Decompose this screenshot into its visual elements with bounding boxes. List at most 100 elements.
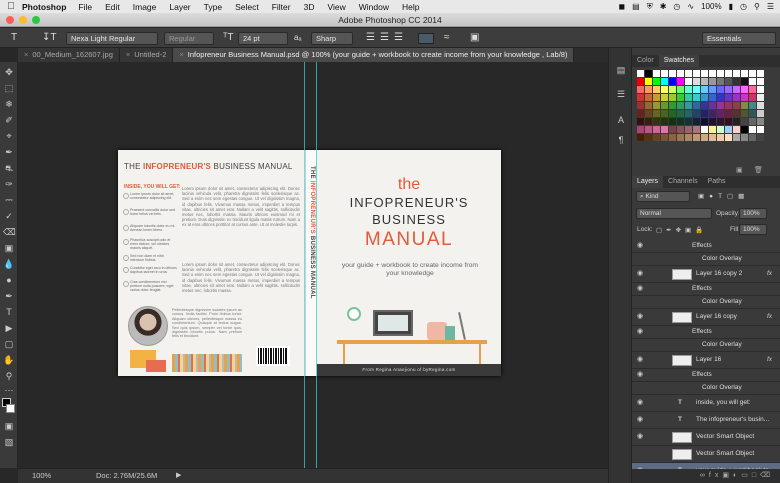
menu-view[interactable]: View — [327, 2, 345, 12]
menu-3d[interactable]: 3D — [304, 2, 315, 12]
type-tool-icon[interactable]: T — [3, 306, 15, 318]
visibility-eye-icon[interactable]: ◉ — [637, 352, 643, 368]
color-swatch[interactable] — [661, 102, 669, 110]
color-swatch[interactable] — [741, 126, 749, 134]
font-family-select[interactable]: Nexa Light Regular — [66, 32, 158, 45]
font-style-select[interactable]: Regular — [164, 32, 214, 45]
color-swatch[interactable] — [709, 102, 717, 110]
text-color-swatch[interactable] — [418, 33, 434, 44]
document-size[interactable]: Doc: 2.76M/25.6M — [96, 469, 157, 483]
layer-effect-row[interactable]: ◉ Effects — [632, 283, 780, 296]
color-swatch[interactable] — [677, 94, 685, 102]
color-swatch[interactable] — [733, 134, 741, 142]
color-swatch[interactable] — [669, 94, 677, 102]
blur-tool-icon[interactable]: 💧 — [3, 258, 15, 270]
layer-effect-row[interactable]: Color Overlay — [632, 382, 780, 395]
color-swatch[interactable] — [725, 102, 733, 110]
pen-tool-icon[interactable]: ✒ — [3, 290, 15, 302]
tab-channels[interactable]: Channels — [663, 176, 703, 188]
book-cover-artwork[interactable]: THE INFOPRENEUR'S BUSINESS MANUAL INSIDE… — [118, 150, 501, 376]
color-swatch[interactable] — [709, 94, 717, 102]
color-swatch[interactable] — [677, 126, 685, 134]
color-swatch[interactable] — [653, 86, 661, 94]
warp-text-icon[interactable]: ≈ — [444, 32, 450, 44]
color-swatch[interactable] — [741, 70, 749, 78]
color-swatch[interactable] — [725, 70, 733, 78]
fill-input[interactable]: 100% — [739, 224, 767, 235]
color-swatch[interactable] — [733, 102, 741, 110]
close-tab-icon[interactable]: × — [126, 50, 130, 59]
history-panel-icon[interactable]: ▤ — [615, 64, 627, 76]
color-swatch[interactable] — [709, 78, 717, 86]
path-select-tool-icon[interactable]: ▶ — [3, 322, 15, 334]
color-swatch[interactable] — [749, 126, 757, 134]
color-swatch[interactable] — [677, 70, 685, 78]
shield-icon[interactable]: ⛨ — [647, 2, 653, 12]
opacity-input[interactable]: 100% — [739, 208, 767, 219]
color-swatch[interactable] — [685, 126, 693, 134]
align-right-icon[interactable]: ☰ — [394, 32, 403, 44]
color-swatch[interactable] — [637, 70, 645, 78]
status-menu-arrow-icon[interactable]: ▶ — [176, 469, 181, 483]
color-swatch[interactable] — [637, 118, 645, 126]
color-swatch[interactable] — [709, 118, 717, 126]
color-swatch[interactable] — [717, 102, 725, 110]
color-swatch[interactable] — [701, 94, 709, 102]
font-size-select[interactable]: 24 pt — [238, 32, 288, 45]
visibility-eye-icon[interactable]: ◉ — [637, 395, 643, 411]
color-swatch[interactable] — [717, 126, 725, 134]
color-swatch[interactable] — [757, 94, 765, 102]
mask-icon[interactable]: ▣ — [722, 472, 733, 479]
clock-icon[interactable]: ◷ — [740, 2, 747, 11]
color-swatch[interactable] — [741, 94, 749, 102]
battery-icon[interactable]: ▮ — [729, 2, 733, 11]
color-swatch[interactable] — [669, 134, 677, 142]
quick-select-tool-icon[interactable]: ✐ — [3, 114, 15, 126]
move-tool-icon[interactable]: ✥ — [3, 66, 15, 78]
eraser-tool-icon[interactable]: ⌫ — [3, 226, 16, 238]
color-swatch[interactable] — [741, 118, 749, 126]
visibility-eye-icon[interactable]: ◉ — [637, 309, 643, 325]
apple-icon[interactable]:  — [0, 1, 22, 12]
color-swatch[interactable] — [725, 134, 733, 142]
color-swatch[interactable] — [733, 78, 741, 86]
hand-tool-icon[interactable]: ✋ — [3, 354, 15, 366]
color-swatch[interactable] — [653, 134, 661, 142]
color-swatch[interactable] — [693, 126, 701, 134]
color-swatch[interactable] — [645, 118, 653, 126]
bluetooth-icon[interactable]: ✱ — [660, 2, 667, 11]
visibility-eye-icon[interactable]: ◉ — [637, 283, 643, 295]
color-swatch[interactable] — [717, 78, 725, 86]
menu-window[interactable]: Window — [359, 2, 389, 12]
color-swatch[interactable] — [661, 134, 669, 142]
visibility-eye-icon[interactable]: ◉ — [637, 326, 643, 338]
color-swatch[interactable] — [749, 86, 757, 94]
color-swatch[interactable] — [733, 70, 741, 78]
orientation-icon[interactable]: ↧T — [42, 32, 57, 44]
more-tools-icon[interactable]: ⋯ — [3, 384, 15, 396]
color-swatch[interactable] — [693, 70, 701, 78]
menu-app-name[interactable]: Photoshop — [22, 2, 66, 12]
layer-effect-row[interactable]: ◉ Effects — [632, 326, 780, 339]
color-swatch[interactable] — [693, 78, 701, 86]
color-swatch[interactable] — [677, 86, 685, 94]
layer-effect-row[interactable]: Color Overlay — [632, 296, 780, 309]
close-tab-icon[interactable]: × — [24, 50, 28, 59]
link-icon[interactable]: ∞ — [700, 472, 709, 479]
color-swatch[interactable] — [669, 118, 677, 126]
color-swatch[interactable] — [669, 86, 677, 94]
antialias-select[interactable]: Sharp — [311, 32, 353, 45]
gradient-tool-icon[interactable]: ▣ — [3, 242, 15, 254]
align-center-icon[interactable]: ☰ — [380, 32, 389, 44]
color-swatch[interactable] — [693, 94, 701, 102]
color-swatch[interactable] — [661, 94, 669, 102]
color-swatch[interactable] — [709, 126, 717, 134]
close-icon[interactable] — [6, 16, 14, 24]
color-swatch[interactable] — [701, 86, 709, 94]
tab-layers[interactable]: Layers — [632, 176, 664, 188]
color-swatch[interactable] — [709, 70, 717, 78]
layer-effect-row[interactable]: ◉ Effects — [632, 240, 780, 253]
properties-panel-icon[interactable]: ☰ — [615, 88, 627, 100]
color-swatch[interactable] — [749, 94, 757, 102]
color-swatch[interactable] — [677, 118, 685, 126]
